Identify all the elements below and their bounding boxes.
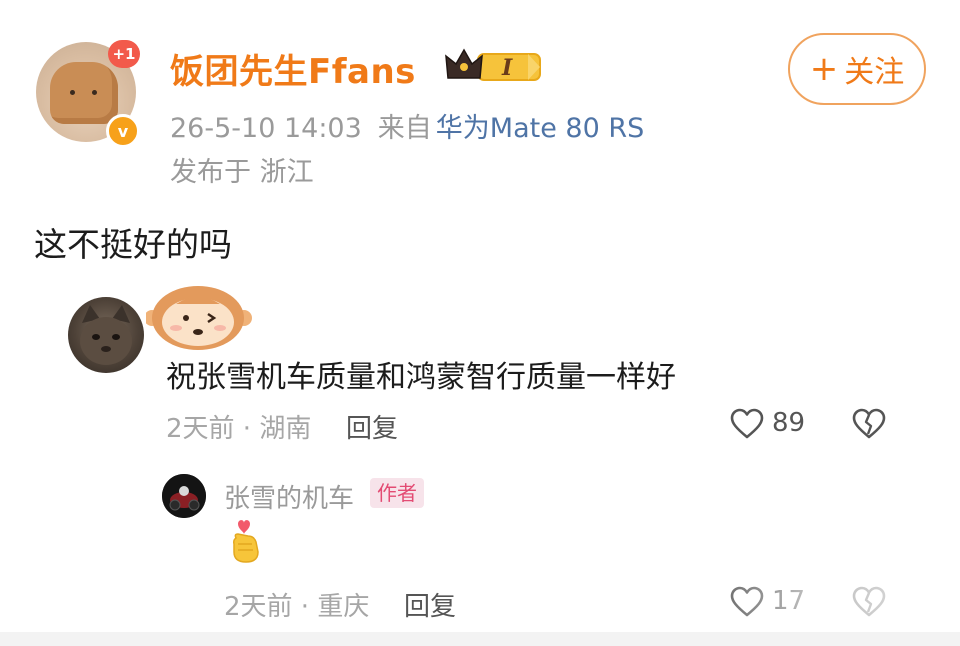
- comment-like-count: 89: [772, 408, 806, 438]
- reply-time-location: 2天前 · 重庆: [224, 592, 370, 622]
- post-location: 发布于 浙江: [170, 157, 314, 188]
- comment-time-location: 2天前 · 湖南: [166, 414, 312, 444]
- commenter-avatar[interactable]: [68, 297, 144, 373]
- vip-badge[interactable]: I: [444, 46, 544, 90]
- post-meta: 26-5-10 14:03 来自 华为Mate 80 RS: [170, 106, 660, 145]
- follow-button[interactable]: + 关注: [788, 33, 926, 105]
- author-badge: 作者: [370, 478, 424, 508]
- crown-icon: I: [445, 48, 541, 81]
- comment-text: 祝张雪机车质量和鸿蒙智行质量一样好: [166, 360, 676, 395]
- author-name[interactable]: 饭团先生Ffans: [170, 44, 416, 93]
- verified-icon: v: [106, 114, 140, 148]
- heart-outline-icon[interactable]: [730, 408, 764, 444]
- broken-heart-icon[interactable]: [852, 408, 886, 444]
- source-prefix: 来自: [377, 113, 432, 144]
- cat-photo-image: [80, 305, 132, 365]
- toast-character-image: [50, 62, 118, 124]
- section-divider: [0, 632, 960, 646]
- vip-level: I: [501, 55, 513, 81]
- reply-author-avatar[interactable]: [162, 474, 206, 518]
- post-timestamp: 26-5-10 14:03: [170, 113, 362, 144]
- plus-icon: +: [809, 49, 839, 89]
- reply-author-name[interactable]: 张雪的机车: [224, 478, 354, 515]
- monkey-sticker-icon: [144, 282, 256, 354]
- follow-label: 关注: [844, 55, 905, 90]
- comment-reply-button[interactable]: 回复: [346, 408, 398, 445]
- new-count-badge: +1: [108, 40, 140, 68]
- source-device[interactable]: 华为Mate 80 RS: [436, 113, 644, 144]
- finger-heart-emoji: [228, 518, 264, 568]
- post-text: 这不挺好的吗: [34, 225, 232, 264]
- watermark-fade: [700, 575, 960, 627]
- reply-reply-button[interactable]: 回复: [404, 586, 456, 623]
- motorcycle-photo-image: [162, 474, 206, 518]
